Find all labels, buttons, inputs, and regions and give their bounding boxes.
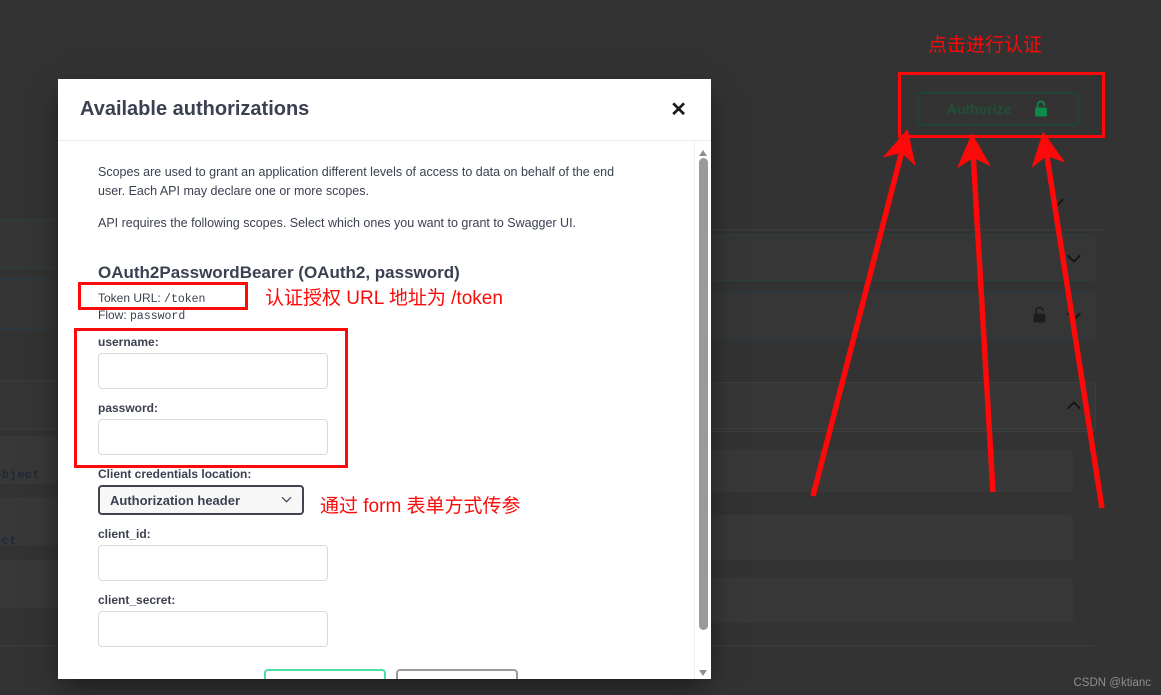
scopes-description-1: Scopes are used to grant an application … [98, 165, 615, 199]
screenshot-root: object ect [0, 0, 1161, 695]
scrollbar-thumb[interactable] [698, 158, 708, 630]
token-url-value: /token [164, 293, 206, 307]
chevron-down-icon [1065, 249, 1083, 267]
modal-header: Available authorizations ✕ [58, 79, 711, 141]
security-scheme-name: OAuth2PasswordBearer (OAuth2, password) [98, 263, 460, 283]
bg-block [700, 515, 1073, 560]
annotation-form-note: 通过 form 表单方式传参 [320, 496, 521, 517]
client-id-input[interactable] [98, 545, 328, 582]
client-secret-label: client_secret: [98, 593, 176, 608]
scroll-up-arrow-icon[interactable] [698, 145, 708, 156]
bg-divider [710, 428, 1095, 429]
username-label: username: [98, 335, 159, 350]
modal-scrollbar[interactable] [694, 141, 711, 679]
modal-close-button[interactable]: Close [396, 669, 518, 679]
bg-block [700, 578, 1073, 623]
annotation-token-url-note: 认证授权 URL 地址为 /token [265, 288, 503, 309]
bg-schema-text: ect [0, 534, 18, 548]
bg-block [700, 450, 1073, 492]
available-authorizations-modal: Available authorizations ✕ Scopes are us… [58, 79, 711, 679]
chevron-partial-icon [1048, 193, 1066, 211]
token-url-label: Token URL: [98, 291, 161, 306]
bg-operation-green[interactable] [702, 234, 1096, 281]
client-credentials-location-select[interactable]: Authorization header [98, 485, 304, 516]
modal-title: Available authorizations [80, 98, 310, 120]
bg-schema-text: object [0, 468, 41, 482]
client-secret-input[interactable] [98, 611, 328, 648]
lock-icon [1032, 306, 1047, 324]
close-icon[interactable]: ✕ [668, 100, 689, 120]
bg-divider [710, 229, 1103, 230]
bg-operation-blue[interactable] [702, 292, 1096, 339]
flow-label: Flow: [98, 308, 127, 323]
chevron-up-icon [1065, 397, 1083, 415]
modal-actions: Authorize Close [98, 647, 671, 679]
client-id-label: client_id: [98, 527, 151, 542]
client-credentials-location-value[interactable]: Authorization header [98, 485, 304, 516]
bg-divider [702, 645, 1094, 646]
flow-value: password [130, 310, 186, 324]
watermark: CSDN @ktianc [1073, 677, 1152, 689]
modal-body: Scopes are used to grant an application … [58, 141, 711, 679]
password-label: password: [98, 401, 159, 416]
username-input[interactable] [98, 353, 328, 390]
bg-operation-expanded[interactable] [702, 382, 1096, 432]
authorize-button-label: Authorize [946, 101, 1012, 117]
chevron-down-icon [1065, 307, 1083, 325]
client-credentials-location-label: Client credentials location: [98, 467, 252, 482]
modal-authorize-button[interactable]: Authorize [264, 669, 386, 679]
flow-row: Flow: password [98, 308, 671, 323]
authorize-button[interactable]: Authorize [917, 92, 1079, 126]
unlock-icon [1033, 100, 1049, 118]
scroll-down-arrow-icon[interactable] [698, 665, 708, 676]
annotation-authorize-note: 点击进行认证 [928, 35, 1043, 56]
modal-scroll-content: Scopes are used to grant an application … [58, 141, 711, 679]
scopes-description-2: API requires the following scopes. Selec… [98, 215, 577, 230]
password-input[interactable] [98, 419, 328, 456]
